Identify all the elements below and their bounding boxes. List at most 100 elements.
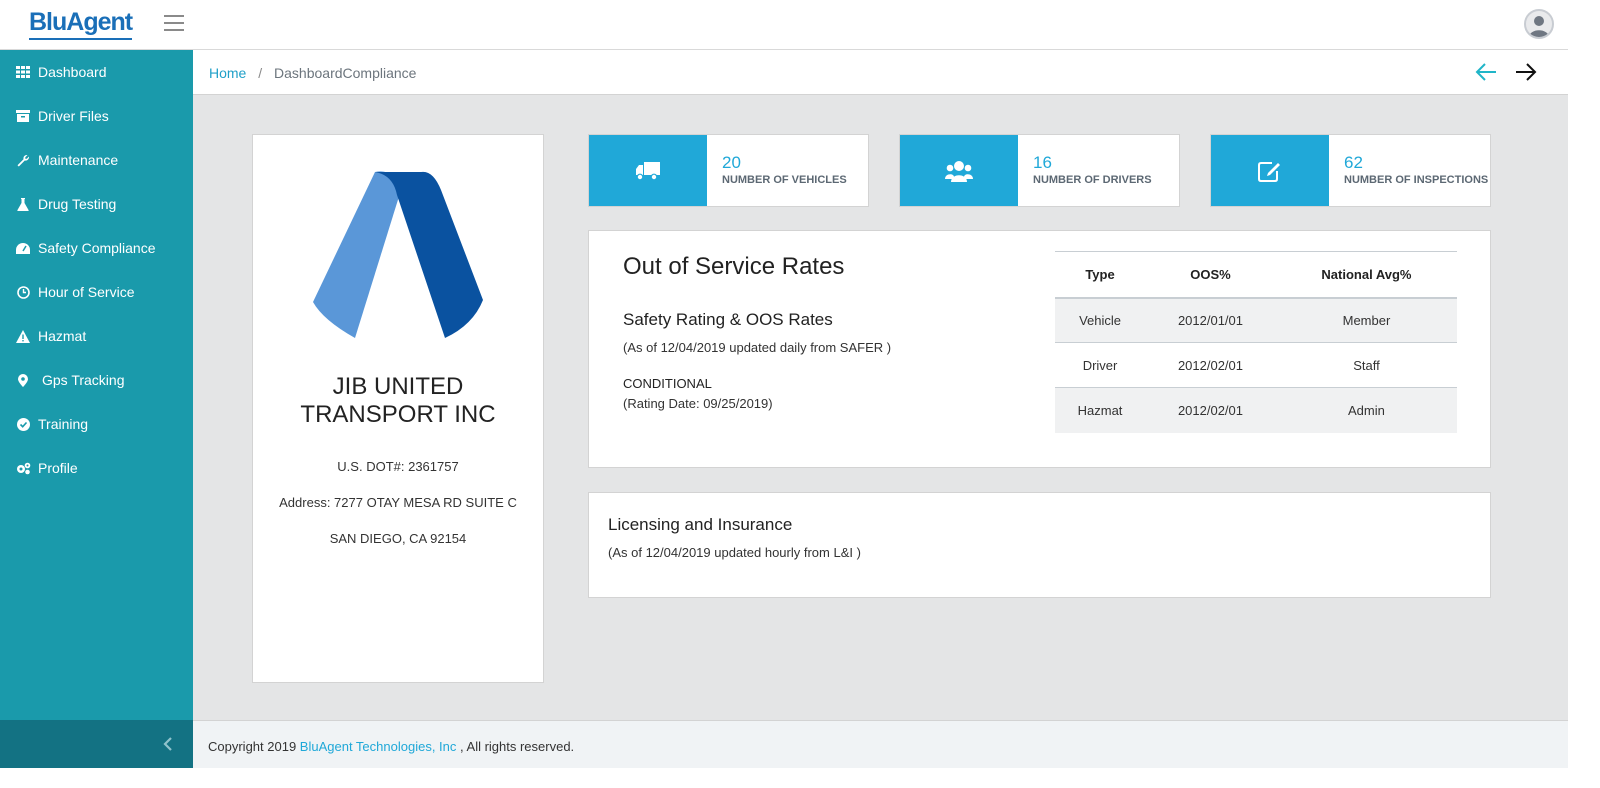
breadcrumb-separator: / (258, 65, 263, 81)
check-circle-icon (14, 417, 32, 431)
warning-icon (14, 329, 32, 343)
licensing-title: Licensing and Insurance (608, 515, 793, 534)
company-name-line2: TRANSPORT INC (300, 401, 496, 428)
table-cell: Member (1275, 297, 1457, 343)
oos-card: Out of Service Rates Safety Rating & OOS… (588, 230, 1491, 468)
logo-underline (29, 38, 133, 40)
sidebar-item-maintenance[interactable]: Maintenance (0, 138, 193, 182)
table-cell: 2012/02/01 (1145, 342, 1276, 388)
map-pin-icon (14, 373, 32, 387)
breadcrumb-bar: Home / DashboardCompliance (193, 50, 1568, 95)
wrench-icon (14, 153, 32, 167)
copyright-suffix: , All rights reserved. (460, 739, 575, 754)
oos-note: (As of 12/04/2019 updated daily from SAF… (623, 340, 892, 355)
back-arrow-icon[interactable] (1475, 62, 1497, 82)
user-avatar[interactable] (1524, 9, 1554, 39)
table-header-row: Type OOS% National Avg% (1055, 251, 1457, 299)
breadcrumb-home-link[interactable]: Home (209, 65, 246, 81)
company-card: JIB UNITED TRANSPORT INC U.S. DOT#: 2361… (252, 134, 544, 683)
stat-icon-box (1211, 135, 1329, 206)
company-link[interactable]: BluAgent Technologies, Inc (300, 739, 457, 754)
sidebar-collapse-chevron-left-icon[interactable] (158, 734, 178, 754)
sidebar-item-label: Safety Compliance (38, 240, 156, 256)
sidebar-item-hour-of-service[interactable]: Hour of Service (0, 270, 193, 314)
brand-logo-text: BluAgent (29, 8, 133, 36)
truck-icon (636, 161, 660, 180)
menu-toggle-icon[interactable] (164, 15, 184, 31)
stat-label: NUMBER OF DRIVERS (1033, 174, 1152, 186)
licensing-card: Licensing and Insurance (As of 12/04/201… (588, 492, 1491, 598)
stat-card-drivers[interactable]: 16 NUMBER OF DRIVERS (899, 134, 1180, 207)
window-edge (1568, 0, 1600, 788)
users-icon (945, 160, 973, 182)
sidebar-item-hazmat[interactable]: Hazmat (0, 314, 193, 358)
company-address: Address: 7277 OTAY MESA RD SUITE C (279, 495, 517, 510)
company-name-line1: JIB UNITED (332, 373, 464, 400)
table-cell: Admin (1275, 387, 1457, 433)
avatar-icon (1529, 16, 1549, 37)
sidebar-item-label: Profile (38, 460, 78, 476)
stat-value: 20 (722, 153, 741, 172)
stat-label: NUMBER OF INSPECTIONS (1344, 174, 1489, 186)
stat-value: 16 (1033, 153, 1052, 172)
sidebar-item-profile[interactable]: Profile (0, 446, 193, 490)
sidebar-item-safety-compliance[interactable]: Safety Compliance (0, 226, 193, 270)
breadcrumb: Home / DashboardCompliance (209, 65, 416, 81)
table-cell: 2012/02/01 (1145, 387, 1276, 433)
rating-date: (Rating Date: 09/25/2019) (623, 396, 773, 411)
archive-icon (14, 109, 32, 123)
sidebar-item-gps-tracking[interactable]: Gps Tracking (0, 358, 193, 402)
licensing-note: (As of 12/04/2019 updated hourly from L&… (608, 545, 861, 560)
stat-label: NUMBER OF VEHICLES (722, 174, 847, 186)
oos-table: Type OOS% National Avg% Vehicle 2012/01/… (1055, 251, 1457, 433)
sidebar-item-dashboard[interactable]: Dashboard (0, 50, 193, 94)
brand-logo[interactable]: BluAgent (29, 8, 133, 40)
company-logo (313, 171, 483, 338)
company-name: JIB UNITED TRANSPORT INC (253, 373, 543, 429)
edit-icon (1258, 161, 1280, 182)
clock-icon (14, 285, 32, 299)
sidebar-item-training[interactable]: Training (0, 402, 193, 446)
sidebar-item-drug-testing[interactable]: Drug Testing (0, 182, 193, 226)
stat-icon-box (589, 135, 707, 206)
table-cell: Vehicle (1055, 297, 1146, 343)
sidebar-item-driver-files[interactable]: Driver Files (0, 94, 193, 138)
sidebar-item-label: Hour of Service (38, 284, 135, 300)
table-row: Hazmat 2012/02/01 Admin (1055, 387, 1457, 433)
top-navbar: BluAgent (0, 0, 1568, 50)
sidebar-item-label: Dashboard (38, 64, 107, 80)
table-row: Vehicle 2012/01/01 Member (1055, 297, 1457, 343)
copyright-prefix: Copyright 2019 (208, 739, 297, 754)
column-header: OOS% (1145, 251, 1276, 299)
sidebar-item-label: Gps Tracking (42, 372, 125, 388)
sidebar-item-label: Hazmat (38, 328, 87, 344)
sidebar-item-label: Maintenance (38, 152, 119, 168)
table-cell: Driver (1055, 342, 1146, 388)
page-footer: Copyright 2019 BluAgent Technologies, In… (193, 720, 1568, 768)
oos-title: Out of Service Rates (623, 253, 845, 280)
sidebar-footer (0, 720, 193, 768)
copyright-text: Copyright 2019 BluAgent Technologies, In… (208, 739, 574, 754)
breadcrumb-current: DashboardCompliance (274, 65, 417, 81)
stat-value: 62 (1344, 153, 1363, 172)
safety-rating: CONDITIONAL (623, 376, 712, 391)
table-cell: 2012/01/01 (1145, 297, 1276, 343)
stat-card-inspections[interactable]: 62 NUMBER OF INSPECTIONS (1210, 134, 1491, 207)
table-cell: Hazmat (1055, 387, 1146, 433)
column-header: National Avg% (1275, 251, 1457, 299)
table-cell: Staff (1275, 342, 1457, 388)
flask-icon (14, 197, 32, 211)
sidebar-item-label: Drug Testing (38, 196, 117, 212)
oos-subtitle: Safety Rating & OOS Rates (623, 310, 833, 329)
company-city: SAN DIEGO, CA 92154 (329, 531, 467, 546)
window-bottom-edge (0, 768, 1568, 788)
stat-icon-box (900, 135, 1018, 206)
stat-card-vehicles[interactable]: 20 NUMBER OF VEHICLES (588, 134, 869, 207)
sidebar-item-label: Driver Files (38, 108, 109, 124)
gauge-icon (14, 241, 32, 255)
sidebar: Dashboard Driver Files Maintenance Drug … (0, 50, 193, 720)
forward-arrow-icon[interactable] (1515, 62, 1537, 82)
cogs-icon (14, 461, 32, 475)
table-row: Driver 2012/02/01 Staff (1055, 342, 1457, 388)
dot-number: U.S. DOT#: 2361757 (337, 459, 459, 474)
